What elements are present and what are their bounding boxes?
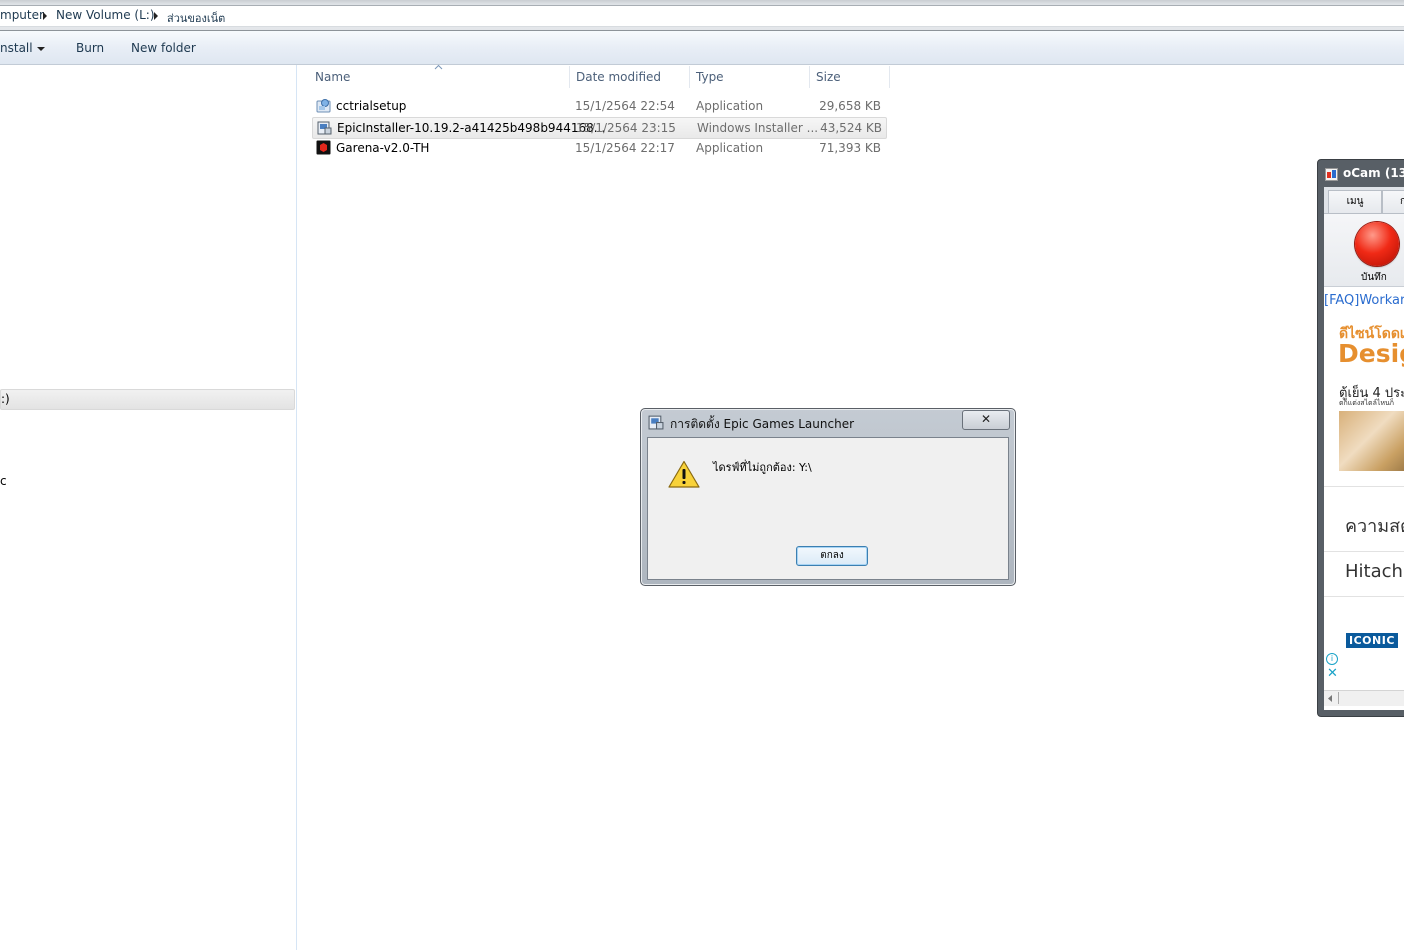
ok-button[interactable]: ตกลง [796,546,868,566]
column-divider[interactable] [809,66,810,88]
file-date: 15/1/2564 22:17 [575,141,675,155]
address-bar[interactable]: mputer New Volume (L:) ส่วนของเน็ต [0,0,1404,31]
setup-app-icon [316,99,331,113]
ad-big-text[interactable]: ความสด [1345,511,1404,540]
breadcrumb-separator-icon[interactable] [43,12,47,20]
file-size: 71,393 KB [819,141,881,155]
file-type: Application [696,99,764,113]
ocam-toolbar: บันทึก [1324,214,1404,287]
burn-button[interactable]: Burn [76,41,104,55]
nav-item-selected-drive[interactable]: :) [0,389,295,410]
ad-image[interactable] [1339,411,1404,471]
column-header-name[interactable]: Name [315,70,350,84]
garena-app-icon [316,140,331,155]
ocam-tab-bar: เมนู ก [1324,187,1404,214]
windows-installer-icon [317,121,332,135]
ad-subtext[interactable]: ตกแต่งสไตล์ไหนก็ [1339,398,1394,409]
breadcrumb-new-volume[interactable]: New Volume (L:) [56,8,155,22]
breadcrumb[interactable]: mputer New Volume (L:) ส่วนของเน็ต [0,5,1404,27]
file-date: 15/1/2564 23:15 [576,121,676,135]
ocam-title: oCam (132 [1343,166,1404,180]
error-dialog[interactable]: การติดตั้ง Epic Games Launcher ✕ ไดรฟ์ที… [640,408,1016,586]
scrollbar-thumb[interactable] [1338,692,1339,704]
ad-brand-text[interactable]: Hitachi [1345,561,1404,582]
nav-item-fragment[interactable]: c [0,474,7,488]
breadcrumb-separator-icon[interactable] [154,12,158,20]
column-divider[interactable] [569,66,570,88]
column-header-type[interactable]: Type [696,70,724,84]
file-name: EpicInstaller-10.19.2-a41425b498b944168.… [337,121,606,135]
file-row-cctrialsetup[interactable]: cctrialsetup 15/1/2564 22:54 Application… [312,96,885,116]
breadcrumb-computer[interactable]: mputer [0,8,44,22]
navigation-pane[interactable]: :) c [0,65,297,950]
file-type: Application [696,141,764,155]
ad-info-icon[interactable]: i [1326,653,1338,665]
new-folder-button[interactable]: New folder [131,41,196,55]
file-size: 29,658 KB [819,99,881,113]
record-label: บันทึก [1361,272,1387,283]
file-row-epicinstaller[interactable]: EpicInstaller-10.19.2-a41425b498b944168.… [312,117,887,139]
dialog-message: ไดรฟ์ที่ไม่ถูกต้อง: Y:\ [713,461,812,474]
windows-installer-icon [648,415,664,430]
file-date: 15/1/2564 22:54 [575,99,675,113]
ocam-window[interactable]: oCam (132 เมนู ก บันทึก [FAQ]Workar ดีไซ… [1317,159,1404,717]
horizontal-scrollbar[interactable] [1324,690,1404,706]
file-row-garena[interactable]: Garena-v2.0-TH 15/1/2564 22:17 Applicati… [312,138,885,158]
ad-divider [1324,486,1404,487]
dialog-body: ไดรฟ์ที่ไม่ถูกต้อง: Y:\ ตกลง [647,437,1009,580]
column-header-date[interactable]: Date modified [576,70,661,84]
sort-ascending-icon [434,64,443,70]
ocam-client-area: เมนู ก บันทึก [FAQ]Workar ดีไซน์โดดเด่ D… [1324,187,1404,710]
close-icon: ✕ [980,412,992,426]
command-bar: nstall Burn New folder [0,31,1404,65]
column-divider[interactable] [689,66,690,88]
warning-icon [668,460,700,488]
dialog-title: การติดตั้ง Epic Games Launcher [670,417,855,431]
ocam-app-icon [1325,168,1338,181]
install-button[interactable]: nstall [0,41,33,55]
file-type: Windows Installer ... [697,121,819,135]
file-size: 43,524 KB [820,121,882,135]
file-name: Garena-v2.0-TH [336,141,430,155]
faq-link[interactable]: [FAQ]Workar [1324,293,1404,308]
file-name: cctrialsetup [336,99,407,113]
column-header-size[interactable]: Size [816,70,841,84]
ad-divider [1324,596,1404,597]
nav-item-label: :) [1,392,10,406]
column-divider[interactable] [889,66,890,88]
dialog-close-button[interactable]: ✕ [962,410,1010,430]
ad-divider [1324,551,1404,552]
ad-close-icon[interactable]: ✕ [1327,666,1338,681]
tab-other[interactable]: ก [1382,190,1404,213]
tab-menu[interactable]: เมนู [1328,190,1382,213]
ad-design-text[interactable]: Desig [1338,339,1404,368]
record-button[interactable] [1355,222,1399,266]
scroll-left-icon[interactable] [1327,695,1333,702]
ad-iconic-logo[interactable]: ICONIC [1346,633,1398,648]
breadcrumb-current-folder[interactable]: ส่วนของเน็ต [167,9,225,27]
chevron-down-icon[interactable] [37,47,45,51]
